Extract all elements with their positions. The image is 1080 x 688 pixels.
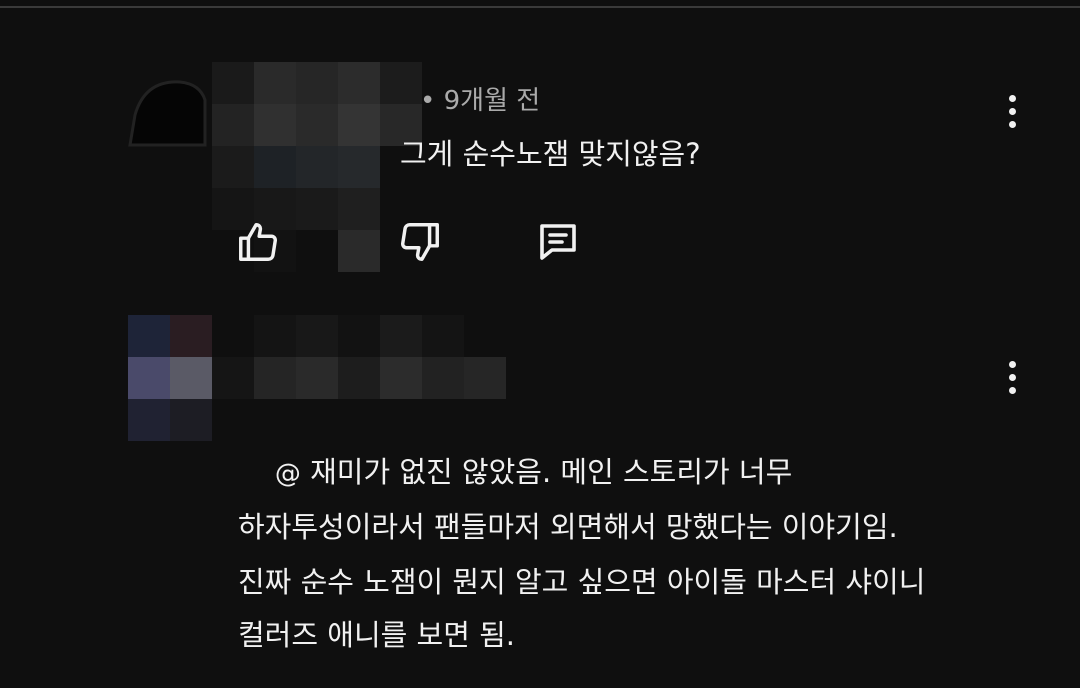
dislike-button[interactable]: [392, 214, 448, 270]
avatar-redacted[interactable]: [128, 315, 212, 441]
comment-2: @ 재미가 없진 않았음. 메인 스토리가 너무 하자투성이라서 팬들마저 외면…: [0, 300, 1080, 688]
mention-symbol[interactable]: @: [275, 459, 301, 489]
reply-comment-icon: [540, 224, 576, 260]
thumbs-down-icon: [401, 223, 439, 261]
comment-text: 그게 순수노잼 맞지않음?: [400, 137, 701, 171]
thumbs-up-icon: [239, 223, 277, 261]
comment-menu-button[interactable]: [992, 349, 1032, 405]
comment-1: • 9개월 전 그게 순수노잼 맞지않음?: [0, 0, 1080, 300]
comment-timestamp: • 9개월 전: [420, 86, 541, 116]
like-button[interactable]: [230, 214, 286, 270]
avatar-redacted[interactable]: [125, 70, 215, 160]
reply-text-paragraph-2: 진짜 순수 노잼이 뭔지 알고 싶으면 아이돌 마스터 샤이니 컬러즈 애니를 …: [238, 565, 926, 652]
reply-button[interactable]: [530, 214, 586, 270]
username-redacted: [212, 315, 506, 399]
reply-text-line: 재미가 없진 않았음. 메인 스토리가 너무 하자투성이라서 팬들마저 외면해서…: [238, 455, 898, 544]
comment-menu-button[interactable]: [992, 83, 1032, 139]
